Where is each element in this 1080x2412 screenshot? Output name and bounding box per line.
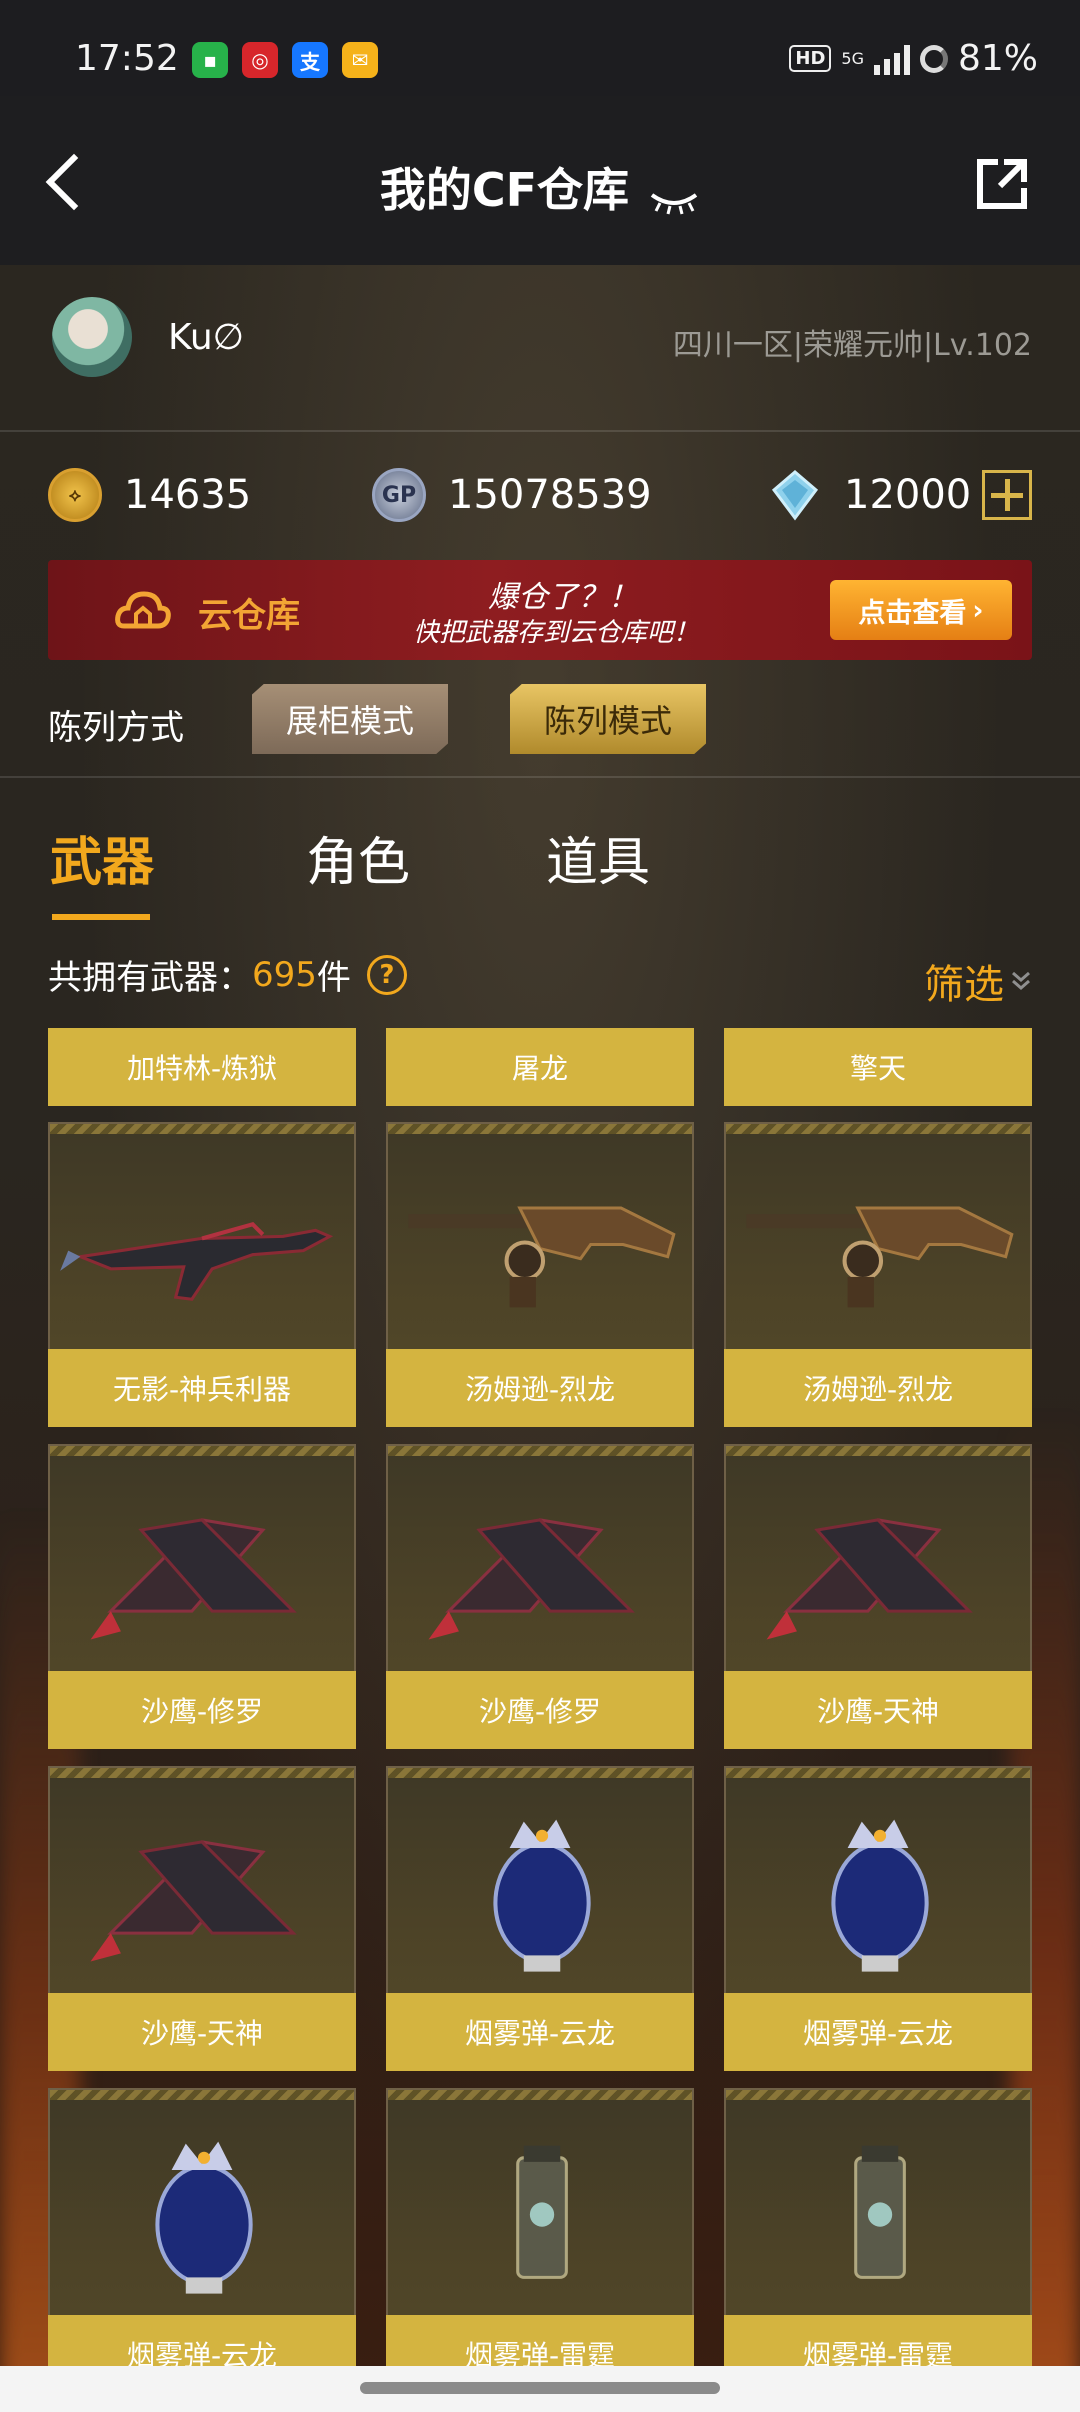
canister-icon xyxy=(726,2102,1030,2317)
pistol-icon xyxy=(50,1780,354,1995)
alipay-app-icon: 支 xyxy=(292,42,328,78)
page-title: 我的CF仓库 xyxy=(379,163,630,217)
bank-app-icon: ◎ xyxy=(242,42,278,78)
add-diamond-button[interactable] xyxy=(982,470,1032,520)
tab-characters[interactable]: 角色 xyxy=(306,820,410,895)
avatar[interactable] xyxy=(52,297,132,377)
tab-props[interactable]: 道具 xyxy=(546,820,650,895)
weapon-name: 沙鹰-天神 xyxy=(48,1993,356,2071)
weapon-count-prefix: 共拥有武器： xyxy=(48,958,252,998)
weapon-card[interactable]: 沙鹰-修罗 xyxy=(48,1444,356,1749)
weapon-name: 烟雾弹-云龙 xyxy=(386,1993,694,2071)
display-mode-row: 陈列方式 展柜模式 陈列模式 xyxy=(0,680,1080,778)
filter-label: 筛选 xyxy=(924,962,1004,1008)
weapon-name: 烟雾弹-云龙 xyxy=(724,1993,1032,2071)
grenade-icon xyxy=(50,2102,354,2317)
weapon-card[interactable]: 沙鹰-天神 xyxy=(724,1444,1032,1749)
view-button-label: 点击查看 xyxy=(858,597,967,629)
cf-points-value: 14635 xyxy=(124,472,252,518)
grenade-icon xyxy=(388,1780,692,1995)
gp-points: GP 15078539 xyxy=(372,468,652,522)
message-app-icon: ▪ xyxy=(192,42,228,78)
banner-slogan-line1: 爆仓了？！ xyxy=(488,580,638,615)
weapon-name: 汤姆逊-烈龙 xyxy=(724,1349,1032,1427)
diamond-icon xyxy=(771,470,819,521)
hd-icon: HD xyxy=(789,45,832,72)
signal-icon xyxy=(873,43,910,75)
weapon-name: 沙鹰-修罗 xyxy=(386,1671,694,1749)
system-navigation-bar xyxy=(0,2366,1080,2412)
battery-level: 81% xyxy=(957,38,1038,79)
tab-weapons[interactable]: 武器 xyxy=(50,820,154,895)
chevron-down-icon xyxy=(1012,971,1030,990)
filter-button[interactable]: 筛选 xyxy=(924,952,1032,1010)
cabinet-mode-button[interactable]: 展柜模式 xyxy=(252,684,448,754)
cloud-house-icon xyxy=(115,591,171,629)
app-header: 我的CF仓库 xyxy=(0,96,1080,265)
notification-icons: ▪ ◎ 支 ✉ xyxy=(192,42,378,78)
weapon-card[interactable]: 沙鹰-天神 xyxy=(48,1766,356,2071)
help-icon[interactable]: ? xyxy=(366,954,407,995)
home-handle[interactable] xyxy=(360,2382,720,2394)
rifle-icon xyxy=(50,1136,354,1351)
pistol-icon xyxy=(726,1458,1030,1673)
smg-icon xyxy=(726,1136,1030,1351)
list-mode-button[interactable]: 陈列模式 xyxy=(510,684,706,754)
weapon-card[interactable]: 汤姆逊-烈龙 xyxy=(724,1122,1032,1427)
weapon-count-number: 695 xyxy=(252,954,317,995)
weapon-card[interactable]: 无影-神兵利器 xyxy=(48,1122,356,1427)
gp-value: 15078539 xyxy=(448,472,652,518)
grenade-icon xyxy=(726,1780,1030,1995)
weapon-name: 沙鹰-天神 xyxy=(724,1671,1032,1749)
server-info: 四川一区|荣耀元帅|Lv.102 xyxy=(672,328,1032,363)
profile-row: Ku∅ 四川一区|荣耀元帅|Lv.102 xyxy=(0,265,1080,432)
cf-coin-icon: ⟡ xyxy=(48,468,102,522)
status-bar: 17:52 ▪ ◎ 支 ✉ HD 5G 81% xyxy=(0,0,1080,96)
canister-icon xyxy=(388,2102,692,2317)
banner-title: 云仓库 xyxy=(198,596,300,636)
cf-points: ⟡ 14635 xyxy=(48,468,251,522)
chevron-right-icon: › xyxy=(972,594,984,626)
weapon-name: 汤姆逊-烈龙 xyxy=(386,1349,694,1427)
pistol-icon xyxy=(50,1458,354,1673)
display-mode-label: 陈列方式 xyxy=(48,708,184,748)
currency-row: ⟡ 14635 GP 15078539 12000 xyxy=(0,432,1080,562)
share-icon[interactable] xyxy=(974,156,1030,212)
weapon-card[interactable]: 汤姆逊-烈龙 xyxy=(386,1122,694,1427)
item-label-top[interactable]: 加特林-炼狱 xyxy=(48,1028,356,1106)
battery-icon xyxy=(919,44,948,73)
weapon-card[interactable]: 烟雾弹-云龙 xyxy=(48,2088,356,2393)
weapon-count: 共拥有武器： 695 件 ? xyxy=(48,950,407,999)
status-right: HD 5G 81% xyxy=(789,38,1038,79)
weapon-count-suffix: 件 xyxy=(316,958,351,998)
diamond-points: 12000 xyxy=(768,468,971,522)
item-label-top[interactable]: 屠龙 xyxy=(386,1028,694,1106)
gp-coin-icon: GP xyxy=(372,468,426,522)
eye-closed-icon[interactable] xyxy=(648,189,700,215)
view-button[interactable]: 点击查看 › xyxy=(830,580,1012,640)
mail-app-icon: ✉ xyxy=(342,42,378,78)
banner-slogan-line2: 快把武器存到云仓库吧！ xyxy=(413,618,700,648)
weapon-card[interactable]: 沙鹰-修罗 xyxy=(386,1444,694,1749)
network-type: 5G xyxy=(841,49,864,68)
weapon-name: 无影-神兵利器 xyxy=(48,1349,356,1427)
active-tab-indicator xyxy=(52,914,150,920)
pistol-icon xyxy=(388,1458,692,1673)
weapon-card[interactable]: 烟雾弹-云龙 xyxy=(386,1766,694,2071)
smg-icon xyxy=(388,1136,692,1351)
status-time: 17:52 xyxy=(75,38,179,79)
weapon-name: 沙鹰-修罗 xyxy=(48,1671,356,1749)
weapon-card[interactable]: 烟雾弹-雷霆 xyxy=(386,2088,694,2393)
title-wrap: 我的CF仓库 xyxy=(0,154,1080,220)
username: Ku∅ xyxy=(168,317,244,358)
cloud-warehouse-banner[interactable]: 云仓库 爆仓了？！ 快把武器存到云仓库吧！ 点击查看 › xyxy=(48,560,1032,660)
diamond-value: 12000 xyxy=(844,472,972,518)
weapon-card[interactable]: 烟雾弹-云龙 xyxy=(724,1766,1032,2071)
item-label-top[interactable]: 擎天 xyxy=(724,1028,1032,1106)
weapon-card[interactable]: 烟雾弹-雷霆 xyxy=(724,2088,1032,2393)
